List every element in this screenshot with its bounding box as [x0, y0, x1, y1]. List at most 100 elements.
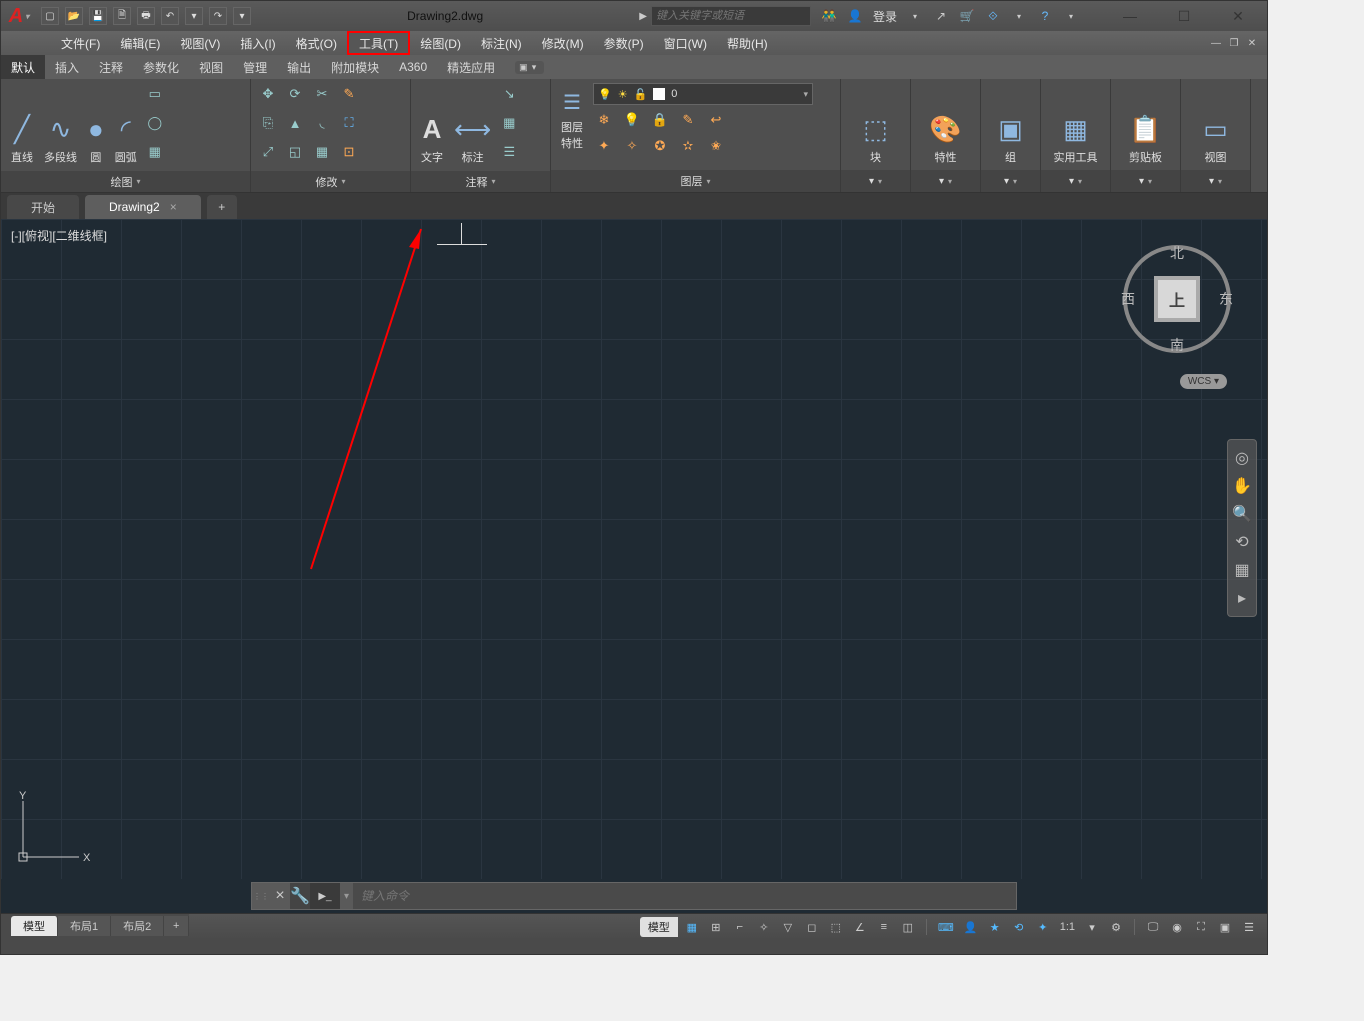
menu-dimension[interactable]: 标注(N) [471, 31, 532, 55]
leader-icon[interactable]: ↘ [498, 83, 520, 105]
layout-tab-2[interactable]: 布局2 [111, 916, 164, 936]
layer-s5-icon[interactable]: ✬ [705, 135, 727, 157]
text-button[interactable]: A文字 [417, 85, 447, 165]
minimize-button[interactable]: ― [1117, 8, 1143, 24]
otrack-button[interactable]: ∠ [850, 917, 870, 937]
infocenter-icon[interactable]: 👬 [821, 8, 837, 24]
annoscale-button[interactable]: ⟲ [1009, 917, 1029, 937]
maximize-button[interactable]: ☐ [1171, 8, 1197, 24]
stretch-icon[interactable]: ⤢ [257, 141, 279, 163]
cleanscreen-button[interactable]: ▣ [1215, 917, 1235, 937]
scale-icon[interactable]: ◱ [284, 141, 306, 163]
osnap-button[interactable]: ◻ [802, 917, 822, 937]
rtab-annotate[interactable]: 注释 [89, 55, 133, 79]
help-drop-icon[interactable]: ▾ [1011, 8, 1027, 24]
menu-view[interactable]: 视图(V) [170, 31, 230, 55]
tab-close-icon[interactable]: × [170, 200, 177, 214]
viewcube-north[interactable]: 北 [1170, 243, 1184, 263]
cmd-close-icon[interactable]: × [270, 887, 290, 905]
viewport-label[interactable]: [-][俯视][二维线框] [11, 227, 107, 244]
qat-open-icon[interactable]: 📂 [65, 7, 83, 25]
fillet-icon[interactable]: ◟ [311, 112, 333, 134]
monitor-button[interactable]: 🖵 [1143, 917, 1163, 937]
app-logo[interactable]: A [1, 1, 37, 31]
copy-icon[interactable]: ⎘ [257, 112, 279, 134]
rtab-default[interactable]: 默认 [1, 55, 45, 79]
panel-annotate-title[interactable]: 注释 [411, 171, 550, 192]
modelspace-button[interactable]: 模型 [640, 917, 678, 937]
panel-view-title[interactable]: ▾ [1181, 170, 1250, 192]
cmd-grip-icon[interactable]: ⋮⋮ [252, 892, 270, 901]
doc-tab-add[interactable]: + [207, 195, 237, 219]
qat-save-icon[interactable]: 💾 [89, 7, 107, 25]
rtab-parametric[interactable]: 参数化 [133, 55, 189, 79]
rtab-express[interactable]: 精选应用 [437, 55, 505, 79]
close-button[interactable]: ✕ [1225, 8, 1251, 24]
exchange-icon[interactable]: ↗ [933, 8, 949, 24]
layer-s1-icon[interactable]: ✦ [593, 135, 615, 157]
viewcube-south[interactable]: 南 [1170, 335, 1184, 355]
hatch-icon[interactable]: ▦ [144, 141, 166, 163]
dynamic-input-button[interactable]: ⌨ [935, 917, 957, 937]
qp-button[interactable]: ★ [985, 917, 1005, 937]
line-button[interactable]: ╱直线 [7, 85, 37, 165]
rtab-insert[interactable]: 插入 [45, 55, 89, 79]
user-icon[interactable]: 👤 [847, 8, 863, 24]
arc-button[interactable]: ◜圆弧 [111, 85, 141, 165]
nav-zoom-icon[interactable]: 🔍 [1232, 504, 1252, 524]
viewbase-button[interactable]: ▭视图 [1199, 85, 1232, 165]
cmd-customize-icon[interactable]: 🔧 [290, 883, 310, 909]
lwt-button[interactable]: ≡ [874, 917, 894, 937]
props-button[interactable]: 🎨特性 [925, 85, 965, 165]
hardware-button[interactable]: ⛶ [1191, 917, 1211, 937]
search-input[interactable] [651, 6, 811, 26]
cmd-drop-icon[interactable]: ▾ [340, 891, 353, 902]
rtab-output[interactable]: 输出 [277, 55, 321, 79]
viewcube[interactable]: 北 南 东 西 上 [1117, 239, 1237, 359]
ribbon-collapse-button[interactable]: ▣▾ [515, 61, 544, 74]
doc-tab-drawing[interactable]: Drawing2× [85, 195, 201, 219]
group-button[interactable]: ▣组 [994, 85, 1027, 165]
clipboard-button[interactable]: 📋剪贴板 [1125, 85, 1166, 165]
layer-lock-icon[interactable]: 🔒 [649, 109, 671, 131]
layer-iso-icon[interactable]: ❄ [593, 109, 615, 131]
qat-undo-drop-icon[interactable]: ▾ [185, 7, 203, 25]
offset-icon[interactable]: ⊡ [338, 141, 360, 163]
menu-file[interactable]: 文件(F) [51, 31, 110, 55]
explode-icon[interactable]: ⛶ [338, 112, 360, 134]
trim-icon[interactable]: ✂ [311, 83, 333, 105]
menu-edit[interactable]: 编辑(E) [110, 31, 170, 55]
layer-s4-icon[interactable]: ✫ [677, 135, 699, 157]
layer-match-icon[interactable]: ✎ [677, 109, 699, 131]
panel-group-title[interactable]: ▾ [981, 170, 1040, 192]
selection-cycling-button[interactable]: 👤 [961, 917, 981, 937]
command-input[interactable] [353, 883, 1016, 909]
table-icon[interactable]: ▦ [498, 112, 520, 134]
layer-prev-icon[interactable]: ↩ [705, 109, 727, 131]
qat-redo-drop-icon[interactable]: ▾ [233, 7, 251, 25]
layout-tab-1[interactable]: 布局1 [58, 916, 111, 936]
array-icon[interactable]: ▦ [311, 141, 333, 163]
isolate-button[interactable]: ◉ [1167, 917, 1187, 937]
help-icon[interactable]: ? [1037, 8, 1053, 24]
viewcube-west[interactable]: 西 [1121, 289, 1135, 309]
transparency-button[interactable]: ◫ [898, 917, 918, 937]
scale-drop-icon[interactable]: ▾ [1082, 917, 1102, 937]
help-drop-icon2[interactable]: ▾ [1063, 8, 1079, 24]
doc-tab-start[interactable]: 开始 [7, 195, 79, 219]
rotate-icon[interactable]: ⟳ [284, 83, 306, 105]
menu-parametric[interactable]: 参数(P) [594, 31, 654, 55]
rtab-view[interactable]: 视图 [189, 55, 233, 79]
layer-off-icon[interactable]: 💡 [621, 109, 643, 131]
login-label[interactable]: 登录 [873, 8, 897, 25]
menu-draw[interactable]: 绘图(D) [410, 31, 471, 55]
qat-print-icon[interactable]: 🖶 [137, 7, 155, 25]
customize-status-button[interactable]: ☰ [1239, 917, 1259, 937]
mtext-icon[interactable]: ☰ [498, 141, 520, 163]
panel-modify-title[interactable]: 修改 [251, 171, 410, 192]
ellipse-icon[interactable]: ◯ [144, 112, 166, 134]
layerprops-button[interactable]: ☰ 图层 特性 [557, 90, 587, 151]
cmd-prompt-icon[interactable]: ▶_ [310, 883, 340, 909]
move-icon[interactable]: ✥ [257, 83, 279, 105]
layer-combo[interactable]: 💡 ☀ 🔓 0 ▾ [593, 83, 813, 105]
